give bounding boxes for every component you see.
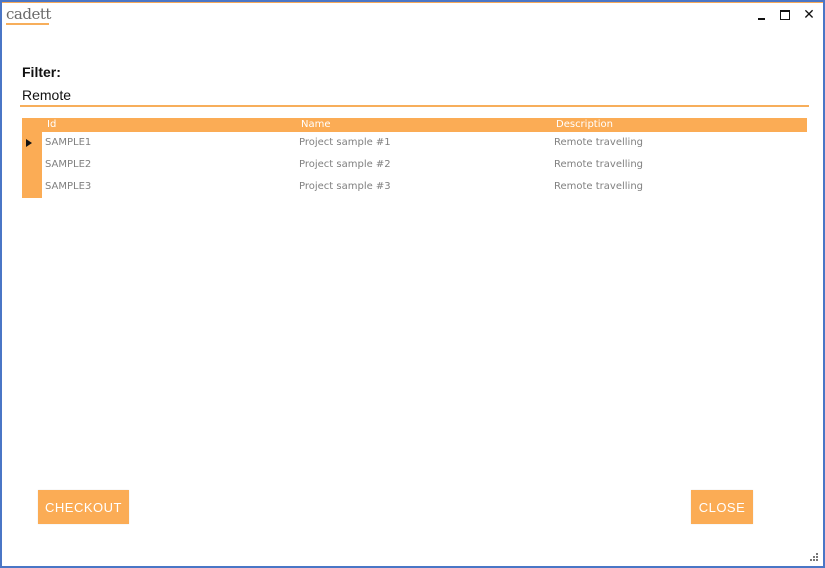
app-window: cadett ✕ Filter: Id Name Description SAM…: [0, 0, 825, 568]
cell-id: SAMPLE1: [45, 137, 92, 148]
column-header-id[interactable]: Id: [47, 119, 56, 131]
filter-label: Filter:: [22, 64, 61, 80]
close-icon: ✕: [803, 7, 815, 23]
table-row[interactable]: SAMPLE1 Project sample #1 Remote travell…: [42, 132, 807, 154]
cell-name: Project sample #2: [299, 159, 391, 170]
column-header-name[interactable]: Name: [301, 119, 331, 131]
cell-description: Remote travelling: [554, 181, 644, 192]
current-row-indicator-icon: [26, 139, 32, 147]
grid-header: Id Name Description: [42, 118, 807, 132]
table-row[interactable]: SAMPLE2 Project sample #2 Remote travell…: [42, 154, 807, 176]
cell-id: SAMPLE3: [45, 181, 92, 192]
row-header-column: [22, 118, 42, 198]
cell-name: Project sample #3: [299, 181, 391, 192]
checkout-button[interactable]: CHECKOUT: [38, 490, 129, 524]
maximize-icon: [780, 10, 790, 20]
resize-grip-icon[interactable]: [810, 553, 819, 562]
maximize-button[interactable]: [776, 7, 794, 23]
cell-name: Project sample #1: [299, 137, 391, 148]
filter-input[interactable]: [20, 85, 809, 107]
title-accent-line: [2, 2, 823, 3]
close-button[interactable]: CLOSE: [691, 490, 753, 524]
column-header-description[interactable]: Description: [556, 119, 613, 131]
logo-underline: [6, 23, 49, 25]
cell-description: Remote travelling: [554, 137, 644, 148]
cell-description: Remote travelling: [554, 159, 644, 170]
app-logo: cadett: [6, 5, 51, 23]
close-window-button[interactable]: ✕: [800, 7, 818, 23]
minimize-button[interactable]: [752, 7, 770, 23]
table-row[interactable]: SAMPLE3 Project sample #3 Remote travell…: [42, 176, 807, 198]
projects-grid: Id Name Description SAMPLE1 Project samp…: [22, 118, 807, 198]
cell-id: SAMPLE2: [45, 159, 92, 170]
minimize-icon: [757, 18, 765, 20]
